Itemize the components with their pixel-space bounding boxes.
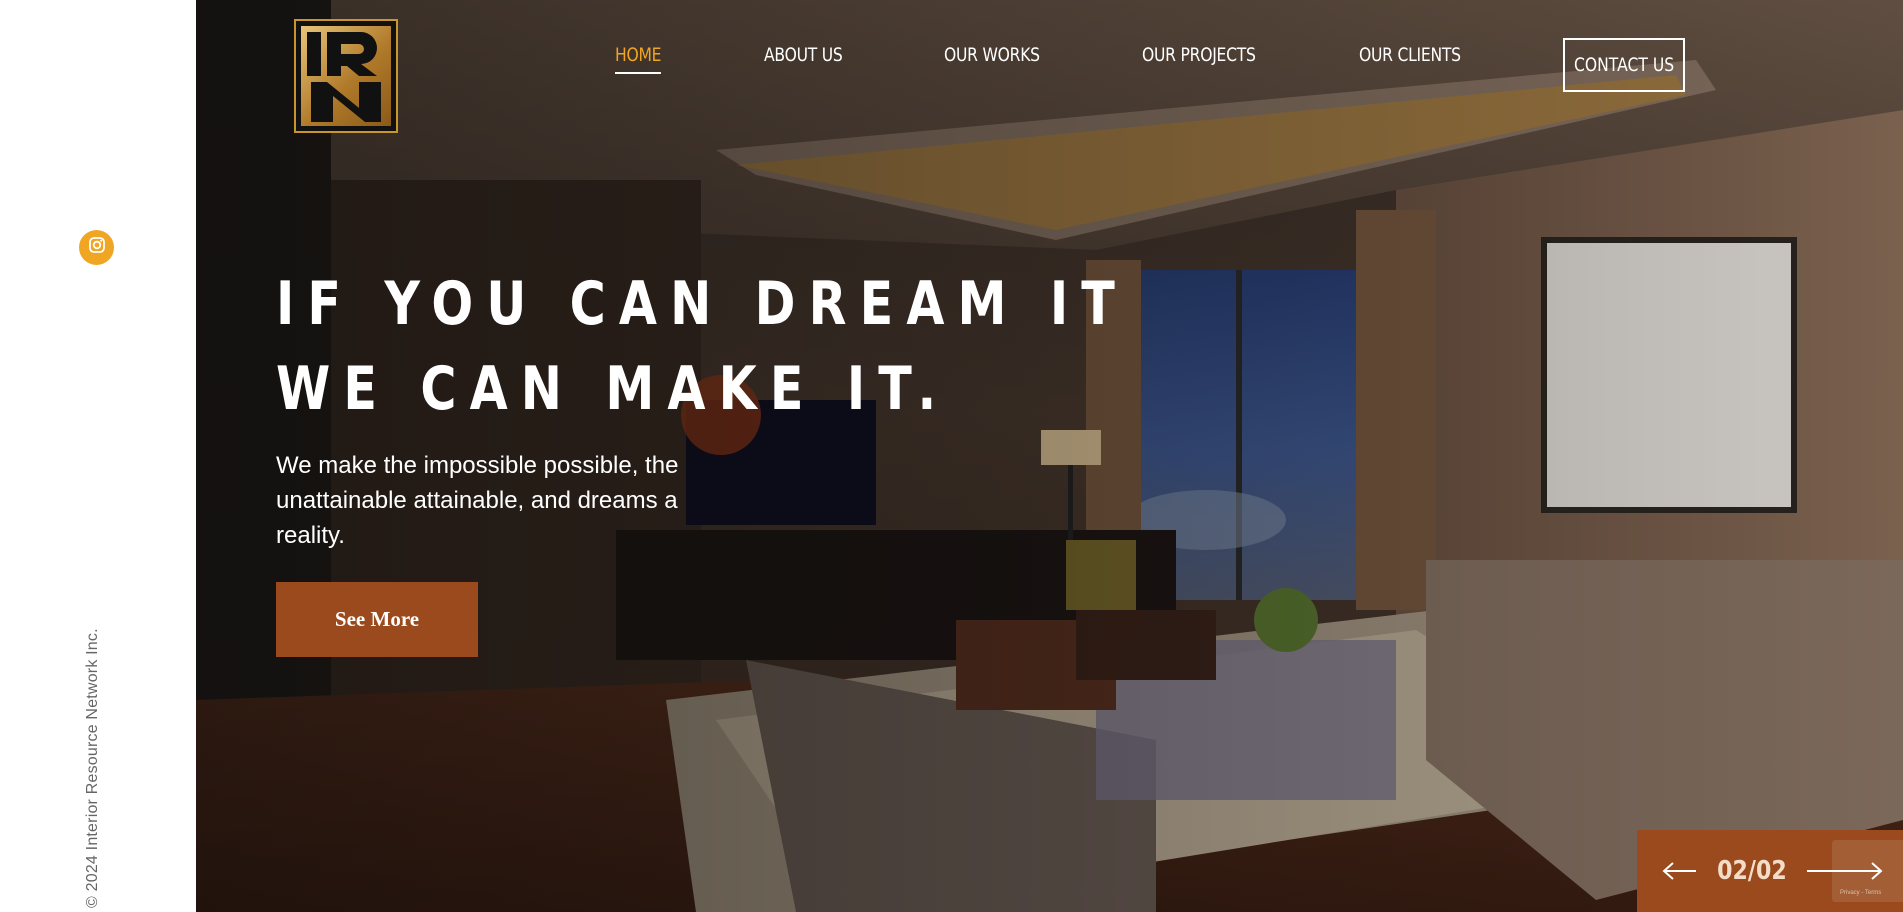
copyright-text: © 2024 Interior Resource Network Inc. xyxy=(84,628,101,908)
recaptcha-badge[interactable]: Privacy - Terms xyxy=(1832,840,1903,902)
recaptcha-text: Privacy - Terms xyxy=(1840,890,1882,896)
nav-home[interactable]: HOME xyxy=(615,44,662,74)
nav-our-works[interactable]: OUR WORKS xyxy=(944,44,1040,66)
nav-our-projects[interactable]: OUR PROJECTS xyxy=(1142,44,1256,66)
hero-headline-line1: IF YOU CAN DREAM IT xyxy=(276,269,1128,339)
hero-section: HOME ABOUT US OUR WORKS OUR PROJECTS OUR… xyxy=(196,0,1903,912)
nav-our-clients[interactable]: OUR CLIENTS xyxy=(1359,44,1461,66)
instagram-icon xyxy=(88,236,106,259)
slide-counter: 02/02 xyxy=(1716,856,1787,886)
instagram-button[interactable] xyxy=(79,230,114,265)
hero-headline: IF YOU CAN DREAM IT WE CAN MAKE IT. xyxy=(276,262,1128,432)
hero-subtext: We make the impossible possible, the una… xyxy=(276,452,679,549)
left-sidebar: © 2024 Interior Resource Network Inc. xyxy=(0,0,196,912)
contact-us-button[interactable]: CONTACT US xyxy=(1563,38,1685,92)
nav-about-us[interactable]: ABOUT US xyxy=(764,44,843,66)
see-more-button[interactable]: See More xyxy=(276,582,478,657)
arrow-left-icon[interactable] xyxy=(1662,861,1698,881)
main-nav: HOME ABOUT US OUR WORKS OUR PROJECTS OUR… xyxy=(196,0,1903,100)
hero-headline-line2: WE CAN MAKE IT. xyxy=(276,354,950,424)
contact-us-label: CONTACT US xyxy=(1573,54,1675,76)
